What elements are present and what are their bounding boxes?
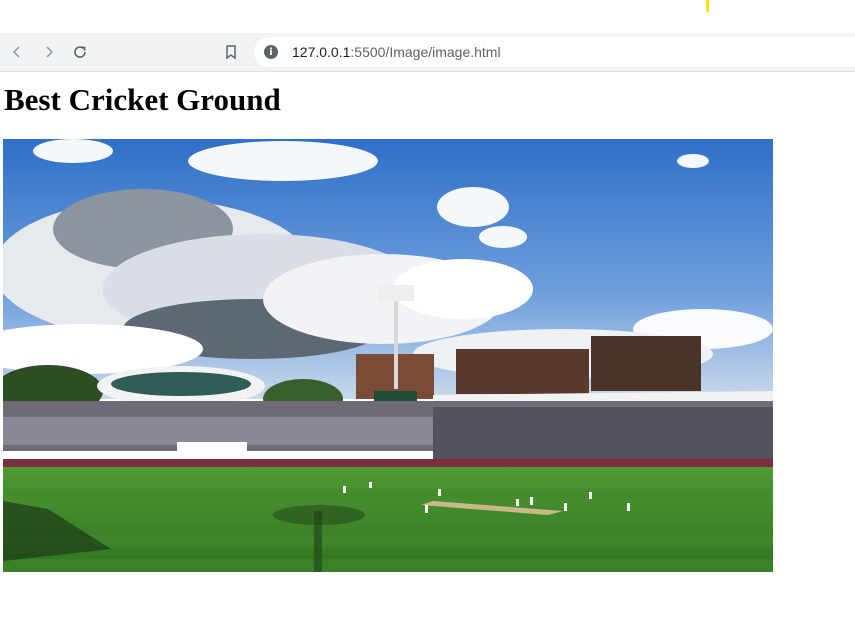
page-heading: Best Cricket Ground <box>4 82 281 117</box>
bookmark-icon[interactable] <box>219 40 243 64</box>
url-text: 127.0.0.1:5500/Image/image.html <box>292 44 501 60</box>
url-path: :5500/Image/image.html <box>350 44 501 60</box>
tab-strip <box>0 0 855 33</box>
browser-toolbar: i 127.0.0.1:5500/Image/image.html <box>0 33 855 72</box>
back-icon[interactable] <box>5 40 29 64</box>
forward-icon[interactable] <box>37 40 61 64</box>
reload-icon[interactable] <box>68 40 92 64</box>
info-icon[interactable]: i <box>264 45 278 59</box>
notification-mark <box>706 0 709 12</box>
cricket-stadium-photo <box>3 139 773 572</box>
address-bar[interactable]: i 127.0.0.1:5500/Image/image.html <box>254 37 855 67</box>
url-host: 127.0.0.1 <box>292 44 351 60</box>
